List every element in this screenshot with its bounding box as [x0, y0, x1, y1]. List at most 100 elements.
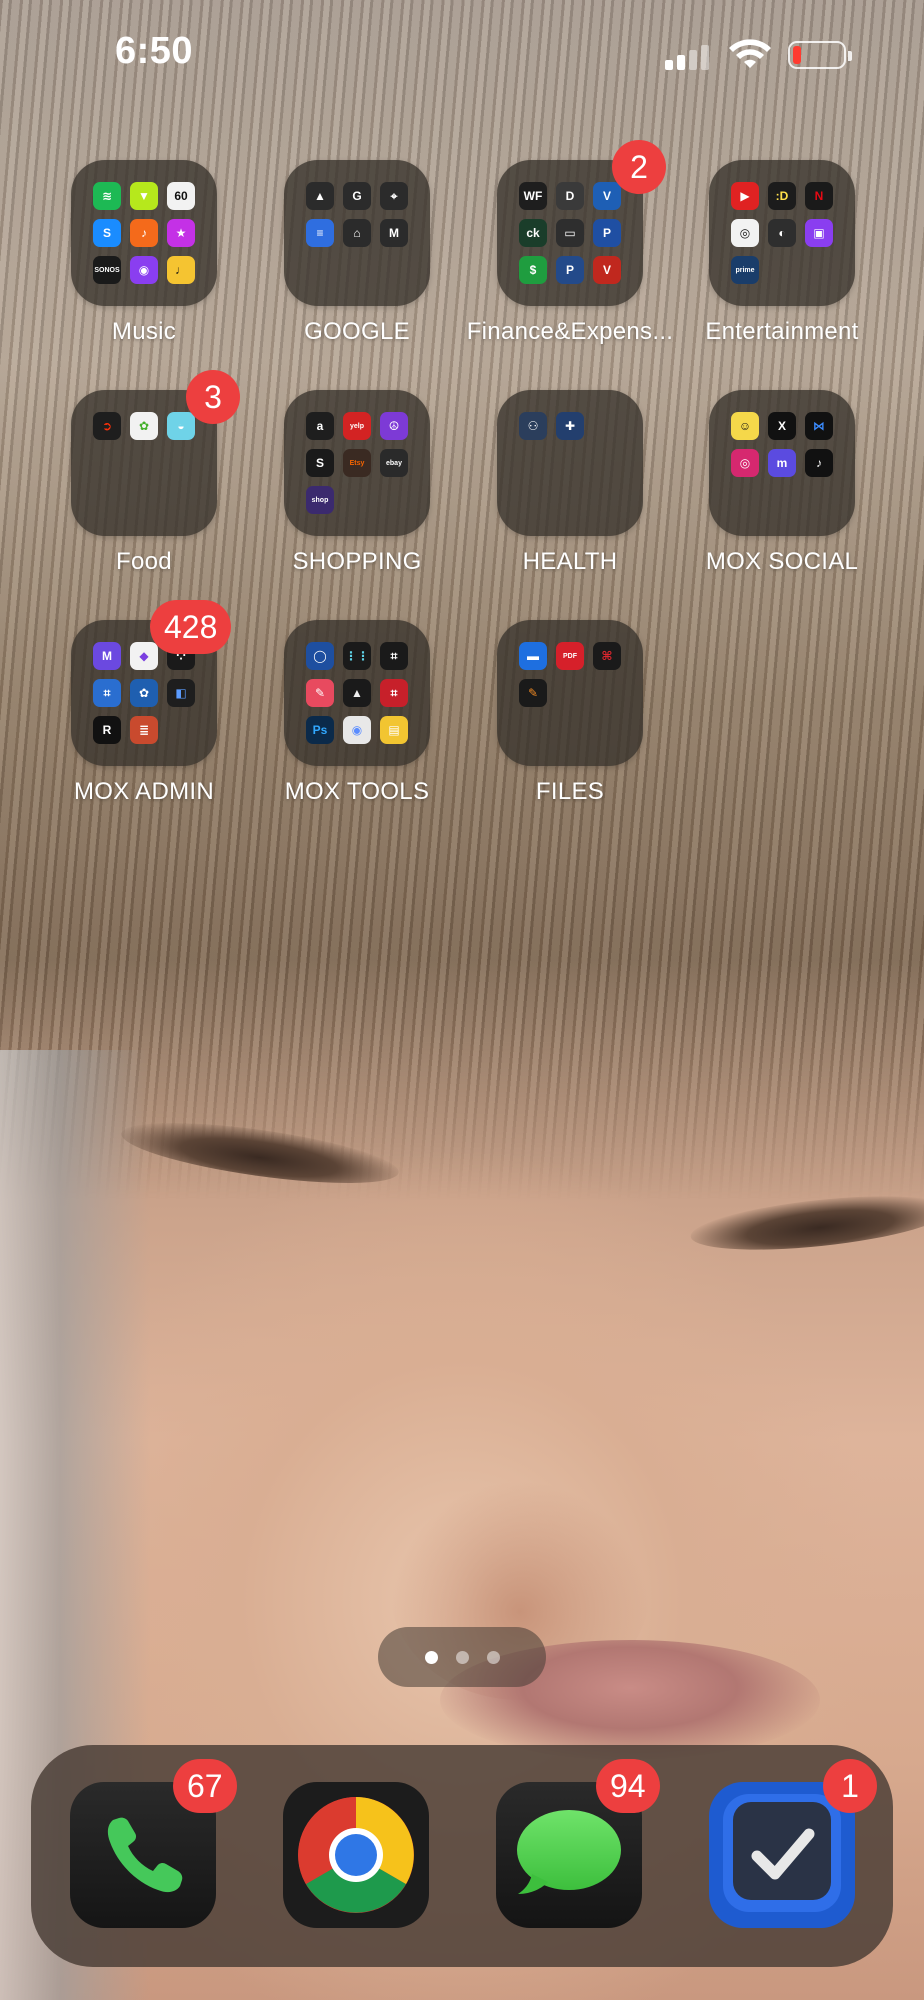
folder-badge: 3: [186, 370, 240, 424]
pencil-app-icon: ✎: [519, 679, 547, 707]
square-s-icon: S: [306, 449, 334, 477]
doordash-icon: ➲: [93, 412, 121, 440]
folder-label: Entertainment: [705, 318, 859, 345]
podcasts-icon: ◉: [130, 256, 158, 284]
folder-app-grid: ≋ ▼ 60 S ♪ ★ SONOS ◉ ♩: [93, 182, 195, 284]
shazam-icon: S: [93, 219, 121, 247]
peace-icon: ☮: [380, 412, 408, 440]
credit-karma-icon: ck: [519, 219, 547, 247]
itunes-store-icon: ★: [167, 219, 195, 247]
folder-google[interactable]: ▲ G ⌖ ≡ ⌂ M: [284, 160, 430, 306]
page-dot: [455, 1650, 469, 1664]
tiktok-icon: ♪: [805, 449, 833, 477]
vanguard-icon: V: [593, 256, 621, 284]
folder-label: Food: [116, 548, 172, 575]
folder-label: HEALTH: [522, 548, 618, 575]
flower-app-icon: ✿: [130, 679, 158, 707]
ebay-icon: ebay: [380, 449, 408, 477]
folder-label: GOOGLE: [304, 318, 410, 345]
tasks-badge: 1: [823, 1759, 877, 1813]
messages-badge: 94: [596, 1759, 660, 1813]
folder-shopping[interactable]: a yelp ☮ S Etsy ebay shop: [284, 390, 430, 536]
diamond-app-icon: ◆: [130, 642, 158, 670]
camera-app-icon: ◯: [306, 642, 334, 670]
folder-music[interactable]: ≋ ▼ 60 S ♪ ★ SONOS ◉ ♩: [71, 160, 217, 306]
mastodon-icon: m: [768, 449, 796, 477]
metronome-60-icon: 60: [167, 182, 195, 210]
folder-label: FILES: [535, 778, 605, 805]
google-docs-icon: ≡: [306, 219, 334, 247]
photoshop-icon: Ps: [306, 716, 334, 744]
folder-label: MOX ADMIN: [73, 778, 215, 805]
chrome-app[interactable]: [283, 1782, 429, 1928]
folder-label: Finance&Expens...: [466, 318, 674, 345]
folder-mox-tools[interactable]: ◯ ⋮⋮ ⌗ ✎ ▲ ⌗ Ps ◉ ▤: [284, 620, 430, 766]
folder-app-grid: ☺ X ⋈ ◎ m ♪: [731, 412, 833, 514]
tuner-icon: ▼: [130, 182, 158, 210]
folder-app-grid: ⚇ ✚: [519, 412, 621, 514]
folder-label: Music: [111, 318, 177, 345]
folder-app-grid: a yelp ☮ S Etsy ebay shop: [306, 412, 408, 514]
sun-emoji-icon: ☺: [731, 412, 759, 440]
netflix-icon: N: [805, 182, 833, 210]
files-icon: ▬: [519, 642, 547, 670]
cash-app-icon: $: [519, 256, 547, 284]
r-app-icon: R: [93, 716, 121, 744]
page-indicator[interactable]: [378, 1627, 546, 1687]
yelp-icon: yelp: [343, 412, 371, 440]
amazon-icon: a: [306, 412, 334, 440]
crunchyroll-icon: ◎: [731, 219, 759, 247]
rainbow-app-icon: ▤: [380, 716, 408, 744]
folder-entertainment[interactable]: ▶:D N ◎ ◐ ▣ prime: [709, 160, 855, 306]
mail-m-icon: M: [93, 642, 121, 670]
folder-app-grid: ▬ PDF ⌘ ✎: [519, 642, 621, 744]
instagram-icon: ◎: [731, 449, 759, 477]
paypal-icon: P: [593, 219, 621, 247]
folder-label: MOX TOOLS: [284, 778, 430, 805]
google-drive-icon: ▲: [306, 182, 334, 210]
spotify-icon: ≋: [93, 182, 121, 210]
crop-red-icon: ⌗: [380, 679, 408, 707]
etsy-icon: Etsy: [343, 449, 371, 477]
wifi-icon: [728, 38, 772, 72]
folder-app-grid: ▶:D N ◎ ◐ ▣ prime: [731, 182, 833, 284]
color-picker-icon: ◉: [343, 716, 371, 744]
youtube-icon: ▶: [731, 182, 759, 210]
discover-icon: D: [556, 182, 584, 210]
folder-app-grid: WF D Vck ▭ P $ P V: [519, 182, 621, 284]
phone-badge: 67: [173, 1759, 237, 1813]
google-maps-icon: ⌖: [380, 182, 408, 210]
dock: 67 94 1: [31, 1745, 893, 1967]
health-clinic-icon: ✚: [556, 412, 584, 440]
battery-low-icon: [788, 41, 852, 69]
folder-files[interactable]: ▬ PDF ⌘ ✎: [497, 620, 643, 766]
page-dot: [424, 1650, 438, 1664]
edit-app-icon: ✎: [306, 679, 334, 707]
health-family-icon: ⚇: [519, 412, 547, 440]
folder-label: MOX SOCIAL: [705, 548, 859, 575]
wells-fargo-icon: WF: [519, 182, 547, 210]
stack-app-icon: ≣: [130, 716, 158, 744]
rice-cooker-icon: ◒: [167, 412, 195, 440]
folder-health[interactable]: ⚇ ✚: [497, 390, 643, 536]
garageband-icon: ♪: [130, 219, 158, 247]
sliders-app-icon: ⋮⋮: [343, 642, 371, 670]
clock: 6:50: [115, 30, 194, 72]
acrobat-icon: ⌘: [593, 642, 621, 670]
folder-mox-social[interactable]: ☺ X ⋈ ◎ m ♪: [709, 390, 855, 536]
folder-app-grid: ◯ ⋮⋮ ⌗ ✎ ▲ ⌗ Ps ◉ ▤: [306, 642, 408, 744]
folder-badge: 2: [612, 140, 666, 194]
cellular-signal-icon: [665, 44, 715, 70]
google-home-icon: ⌂: [343, 219, 371, 247]
paypal-alt-icon: P: [556, 256, 584, 284]
bluesky-icon: ⋈: [805, 412, 833, 440]
folder-app-grid: M ◆ ⁘ ⌗ ✿ ◧ R ≣: [93, 642, 195, 744]
pdf-editor-icon: PDF: [556, 642, 584, 670]
folder-app-grid: ▲ G ⌖ ≡ ⌂ M: [306, 182, 408, 284]
tuner-app-icon: ♩: [167, 256, 195, 284]
shop-icon: shop: [306, 486, 334, 514]
vlc-icon: ▲: [343, 679, 371, 707]
chrome-icon: [283, 1782, 429, 1928]
twitch-icon: ▣: [805, 219, 833, 247]
folder-app-grid: ➲ ✿ ◒: [93, 412, 195, 514]
